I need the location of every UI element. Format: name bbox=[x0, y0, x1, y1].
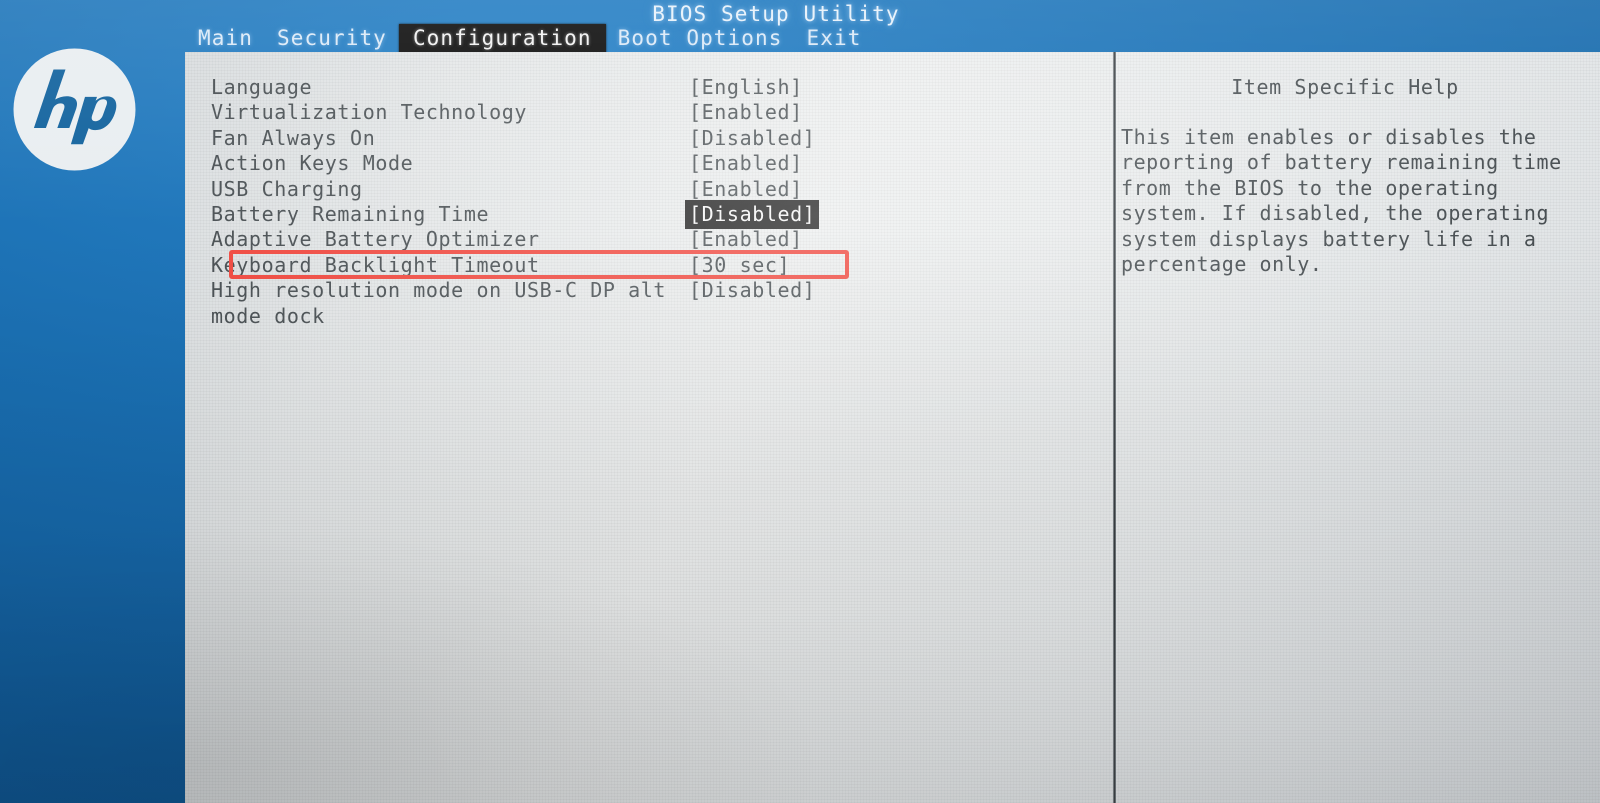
setting-label-continuation: mode dock bbox=[211, 303, 325, 328]
setting-value[interactable]: [30 sec] bbox=[689, 253, 790, 277]
panel-divider bbox=[1113, 52, 1116, 803]
help-panel-title: Item Specific Help bbox=[1231, 75, 1459, 99]
setting-label: USB Charging bbox=[211, 176, 363, 201]
menu-bar: Main Security Configuration Boot Options… bbox=[186, 24, 874, 54]
setting-value[interactable]: [English] bbox=[689, 75, 803, 99]
setting-label: Keyboard Backlight Timeout bbox=[211, 252, 540, 277]
setting-value[interactable]: [Enabled] bbox=[689, 227, 803, 251]
setting-value[interactable]: [Enabled] bbox=[689, 151, 803, 175]
setting-row-fan-always-on[interactable]: Fan Always On [Disabled] bbox=[211, 126, 1091, 151]
setting-row-high-resolution-mode-usbc-dp-alt[interactable]: High resolution mode on USB-C DP alt [Di… bbox=[211, 278, 1091, 303]
page-title: BIOS Setup Utility bbox=[652, 2, 900, 26]
bios-setup-screen: BIOS Setup Utility Main Security Configu… bbox=[0, 0, 1600, 803]
setting-label: Action Keys Mode bbox=[211, 151, 414, 176]
tab-configuration[interactable]: Configuration bbox=[398, 24, 606, 54]
setting-row-label-continuation: mode dock bbox=[211, 304, 1091, 329]
setting-row-action-keys-mode[interactable]: Action Keys Mode [Enabled] bbox=[211, 151, 1091, 176]
setting-row-virtualization-technology[interactable]: Virtualization Technology [Enabled] bbox=[211, 100, 1091, 125]
setting-row-usb-charging[interactable]: USB Charging [Enabled] bbox=[211, 177, 1091, 202]
setting-value[interactable]: [Disabled] bbox=[689, 126, 815, 150]
tab-boot-options[interactable]: Boot Options bbox=[606, 25, 795, 53]
item-specific-help-panel: Item Specific Help This item enables or … bbox=[1121, 75, 1591, 277]
setting-label: High resolution mode on USB-C DP alt bbox=[211, 278, 667, 303]
setting-value[interactable]: [Enabled] bbox=[689, 177, 803, 201]
setting-row-keyboard-backlight-timeout[interactable]: Keyboard Backlight Timeout [30 sec] bbox=[211, 253, 1091, 278]
setting-row-adaptive-battery-optimizer[interactable]: Adaptive Battery Optimizer [Enabled] bbox=[211, 227, 1091, 252]
setting-label: Fan Always On bbox=[211, 125, 376, 150]
setting-row-battery-remaining-time[interactable]: Battery Remaining Time [Disabled] bbox=[211, 199, 1091, 229]
settings-list: Language [English] Virtualization Techno… bbox=[211, 75, 1091, 329]
setting-row-language[interactable]: Language [English] bbox=[211, 75, 1091, 100]
setting-label: Virtualization Technology bbox=[211, 100, 528, 125]
setting-label: Language bbox=[211, 75, 313, 99]
setting-label: Adaptive Battery Optimizer bbox=[211, 227, 540, 252]
setting-value-selected[interactable]: [Disabled] bbox=[685, 199, 820, 229]
setting-label: Battery Remaining Time bbox=[211, 201, 490, 226]
content-panel: Language [English] Virtualization Techno… bbox=[185, 52, 1600, 803]
tab-security[interactable]: Security bbox=[265, 25, 399, 53]
tab-exit[interactable]: Exit bbox=[795, 25, 874, 53]
help-panel-body: This item enables or disables the report… bbox=[1121, 125, 1562, 277]
setting-value[interactable]: [Disabled] bbox=[689, 278, 815, 302]
hp-logo-icon bbox=[12, 47, 137, 172]
setting-value[interactable]: [Enabled] bbox=[689, 100, 803, 124]
tab-main[interactable]: Main bbox=[186, 25, 265, 53]
